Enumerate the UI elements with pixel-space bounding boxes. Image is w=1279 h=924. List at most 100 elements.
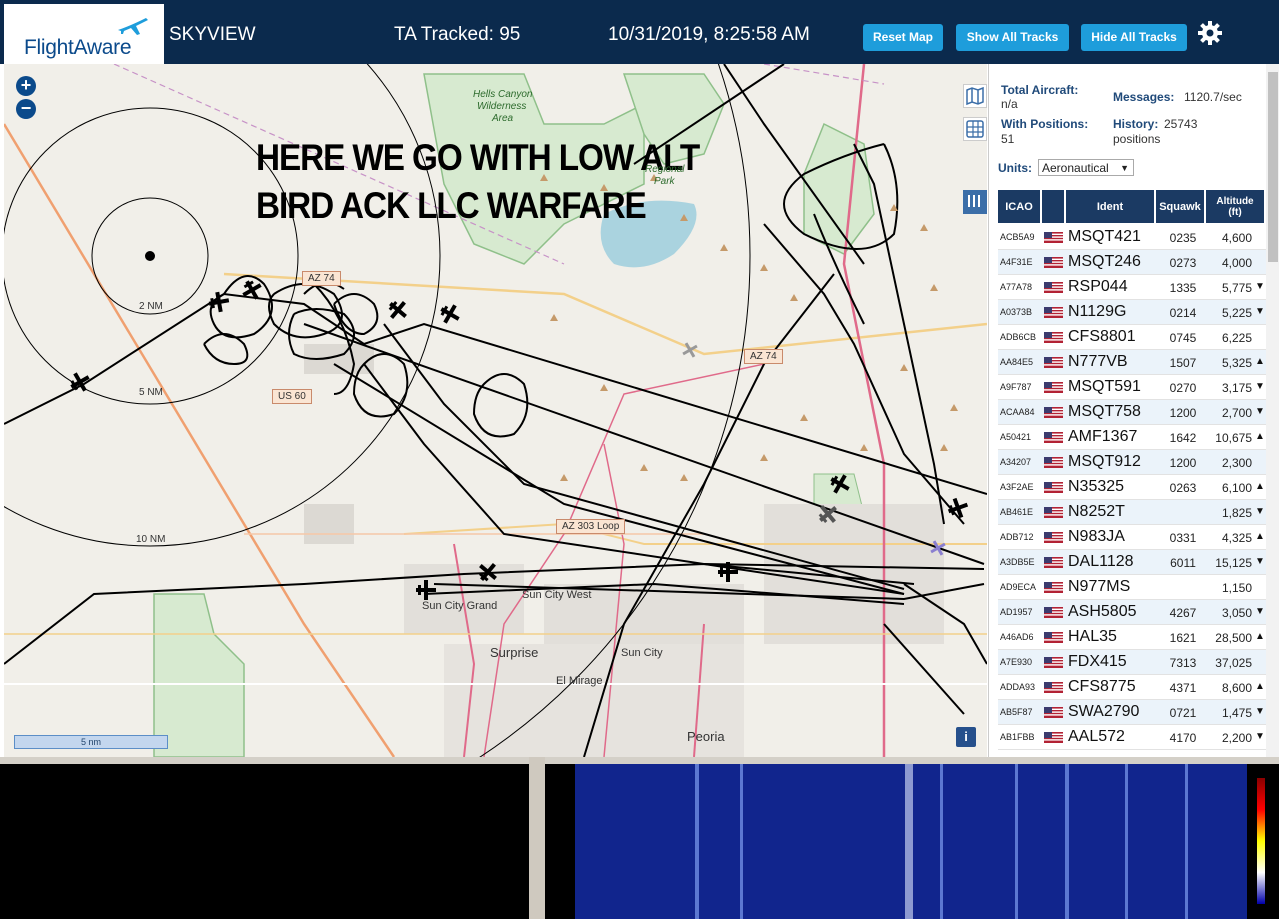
icao-cell: ACAA84: [1000, 407, 1035, 417]
table-row[interactable]: ADB712 N983JA 0331 4,325 ▲: [998, 525, 1266, 550]
squawk-cell: 0270: [1169, 381, 1197, 395]
icao-cell: A50421: [1000, 432, 1032, 442]
altitude-cell: 6,225: [1221, 331, 1252, 345]
altitude-cell: 3,175: [1221, 381, 1252, 395]
table-row[interactable]: AB1FBB AAL572 4170 2,200 ▼: [998, 725, 1266, 750]
map-layers-icon[interactable]: [963, 84, 987, 108]
overlay-line-1: HERE WE GO WITH LOW ALT: [256, 137, 700, 178]
altitude-cell: 5,325: [1221, 356, 1252, 370]
icao-cell: ADDA93: [1000, 682, 1036, 692]
table-row[interactable]: ADDA93 CFS8775 4371 8,600 ▲: [998, 675, 1266, 700]
table-row[interactable]: AD1957 ASH5805 4267 3,050 ▼: [998, 600, 1266, 625]
table-row[interactable]: A9F787 MSQT591 0270 3,175 ▼: [998, 375, 1266, 400]
altitude-cell: 1,825: [1221, 506, 1252, 520]
scrollbar-thumb[interactable]: [1268, 72, 1278, 262]
icao-cell: AD9ECA: [1000, 582, 1037, 592]
hide-all-tracks-button[interactable]: Hide All Tracks: [1081, 24, 1187, 51]
road-label: US 60: [272, 389, 312, 404]
gear-icon[interactable]: [1197, 20, 1223, 46]
ident-cell: MSQT758: [1068, 403, 1141, 420]
table-row[interactable]: A3F2AE N35325 0263 6,100 ▲: [998, 475, 1266, 500]
zoom-out-button[interactable]: −: [16, 99, 36, 119]
table-row[interactable]: A77A78 RSP044 1335 5,775 ▼: [998, 275, 1266, 300]
column-header-icao[interactable]: ICAO: [998, 190, 1040, 223]
us-flag-icon: [1044, 482, 1063, 493]
aircraft-panel: Total Aircraft: n/a With Positions: 51 M…: [988, 64, 1279, 757]
grid-icon: [966, 120, 984, 138]
altitude-trend-icon: ▲: [1255, 531, 1265, 542]
scale-bar: 5 nm: [14, 735, 168, 749]
columns-toggle-icon[interactable]: [963, 190, 987, 214]
table-row[interactable]: A50421 AMF1367 1642 10,675 ▲: [998, 425, 1266, 450]
road-label: AZ 74: [744, 349, 783, 364]
ident-cell: AAL572: [1068, 728, 1125, 745]
units-label: Units:: [998, 161, 1032, 175]
icao-cell: A9F787: [1000, 382, 1032, 392]
ident-cell: MSQT912: [1068, 453, 1141, 470]
table-row[interactable]: A46AD6 HAL35 1621 28,500 ▲: [998, 625, 1266, 650]
column-header-ident[interactable]: Ident: [1066, 190, 1154, 223]
info-button[interactable]: i: [956, 727, 976, 747]
ident-cell: MSQT421: [1068, 228, 1141, 245]
bottom-divider: [0, 757, 1279, 764]
ident-cell: N8252T: [1068, 503, 1125, 520]
column-header-flag[interactable]: [1042, 190, 1064, 223]
squawk-cell: 1200: [1169, 456, 1197, 470]
map-view[interactable]: + − HERE WE GO WITH LOW ALT BIRD ACK LLC…: [4, 64, 987, 757]
table-row[interactable]: AA84E5 N777VB 1507 5,325 ▲: [998, 350, 1266, 375]
squawk-cell: 1335: [1169, 281, 1197, 295]
altitude-trend-icon: ▲: [1255, 481, 1265, 492]
altitude-cell: 37,025: [1215, 656, 1252, 670]
ident-cell: MSQT591: [1068, 378, 1141, 395]
table-row[interactable]: AB5F87 SWA2790 0721 1,475 ▼: [998, 700, 1266, 725]
us-flag-icon: [1044, 507, 1063, 518]
show-all-tracks-button[interactable]: Show All Tracks: [956, 24, 1069, 51]
squawk-cell: 7313: [1169, 656, 1197, 670]
history-unit: positions: [1113, 132, 1161, 146]
column-header-squawk[interactable]: Squawk: [1156, 190, 1204, 223]
zoom-in-button[interactable]: +: [16, 76, 36, 96]
table-row[interactable]: ADB6CB CFS8801 0745 6,225: [998, 325, 1266, 350]
squawk-cell: 0331: [1169, 531, 1197, 545]
icao-cell: AA84E5: [1000, 357, 1034, 367]
table-row[interactable]: A7E930 FDX415 7313 37,025: [998, 650, 1266, 675]
flightaware-logo[interactable]: FlightAware: [4, 4, 164, 64]
ident-cell: FDX415: [1068, 653, 1127, 670]
us-flag-icon: [1044, 707, 1063, 718]
ident-cell: N1129G: [1068, 303, 1127, 320]
grid-toggle-icon[interactable]: [963, 117, 987, 141]
squawk-cell: 4267: [1169, 606, 1197, 620]
total-aircraft-label: Total Aircraft:: [1001, 83, 1079, 97]
icao-cell: A0373B: [1000, 307, 1033, 317]
altitude-cell: 4,325: [1221, 531, 1252, 545]
table-row[interactable]: A4F31E MSQT246 0273 4,000: [998, 250, 1266, 275]
table-row[interactable]: ACB5A9 MSQT421 0235 4,600: [998, 225, 1266, 250]
current-datetime: 10/31/2019, 8:25:58 AM: [608, 24, 810, 45]
us-flag-icon: [1044, 257, 1063, 268]
us-flag-icon: [1044, 732, 1063, 743]
altitude-cell: 2,300: [1221, 456, 1252, 470]
pane-separator[interactable]: [529, 757, 545, 919]
table-row[interactable]: AB461E N8252T 1,825 ▼: [998, 500, 1266, 525]
dropdown-arrow-icon: ▼: [1120, 163, 1129, 173]
table-row[interactable]: A0373B N1129G 0214 5,225 ▼: [998, 300, 1266, 325]
us-flag-icon: [1044, 657, 1063, 668]
altitude-trend-icon: ▼: [1255, 706, 1265, 717]
reset-map-button[interactable]: Reset Map: [863, 24, 943, 51]
altitude-trend-icon: ▼: [1255, 281, 1265, 292]
map-icon: [966, 86, 984, 106]
altitude-cell: 2,200: [1221, 731, 1252, 745]
ident-cell: CFS8775: [1068, 678, 1136, 695]
altitude-cell: 8,600: [1221, 681, 1252, 695]
icao-cell: A46AD6: [1000, 632, 1034, 642]
table-row[interactable]: AD9ECA N977MS 1,150: [998, 575, 1266, 600]
us-flag-icon: [1044, 282, 1063, 293]
table-row[interactable]: ACAA84 MSQT758 1200 2,700 ▼: [998, 400, 1266, 425]
units-select[interactable]: Aeronautical ▼: [1038, 159, 1134, 176]
us-flag-icon: [1044, 557, 1063, 568]
columns-icon: [968, 195, 980, 207]
table-row[interactable]: A3DB5E DAL1128 6011 15,125 ▼: [998, 550, 1266, 575]
column-header-altitude[interactable]: Altitude (ft): [1206, 190, 1264, 223]
table-row[interactable]: A34207 MSQT912 1200 2,300: [998, 450, 1266, 475]
altitude-cell: 2,700: [1221, 406, 1252, 420]
